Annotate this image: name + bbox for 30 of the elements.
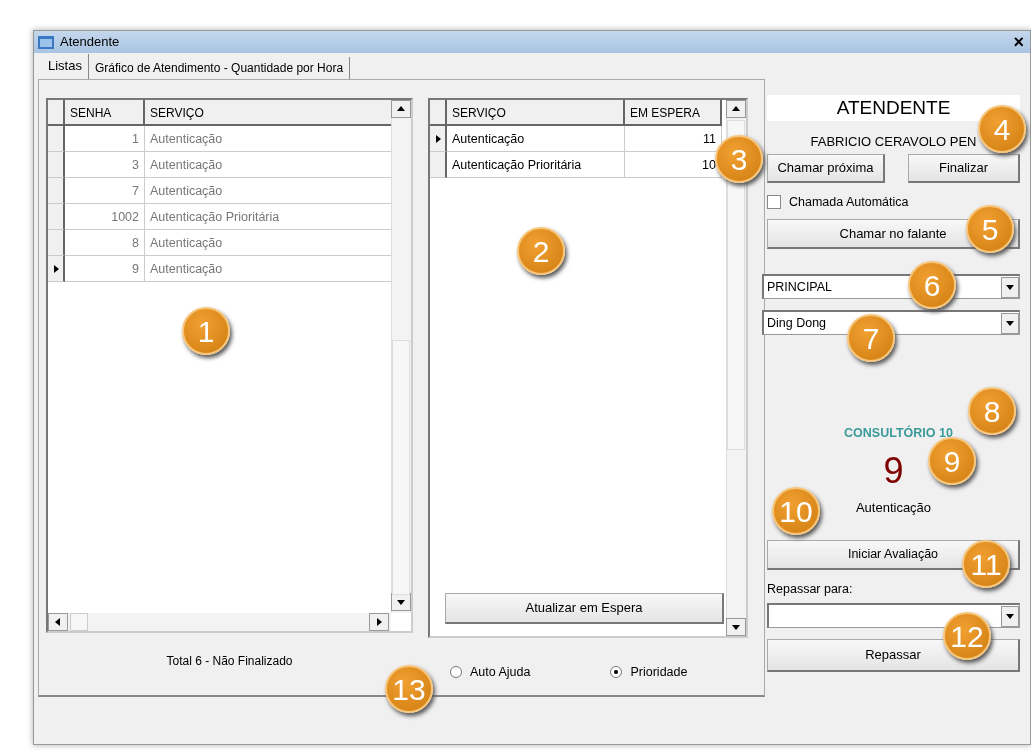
callout-tooltip: 9 bbox=[928, 437, 976, 485]
callout-tooltip: 10 bbox=[772, 487, 820, 535]
table-cell: 1 bbox=[65, 126, 145, 152]
table-cell: Autenticação bbox=[145, 152, 393, 178]
table-cell: Autenticação bbox=[145, 230, 393, 256]
table-cell: Autenticação bbox=[447, 126, 625, 152]
total-label: Total 6 - Não Finalizado bbox=[166, 654, 293, 668]
callout-tooltip: 11 bbox=[962, 540, 1010, 588]
table-cell: Autenticação Prioritária bbox=[145, 204, 393, 230]
callout-tooltip: 8 bbox=[968, 387, 1016, 435]
table-cell: 7 bbox=[65, 178, 145, 204]
callout-tooltip: 5 bbox=[966, 205, 1014, 253]
table-cell: Autenticação bbox=[145, 178, 393, 204]
forward-label: Repassar para: bbox=[767, 581, 854, 599]
table-cell: 1002 bbox=[65, 204, 145, 230]
callout-tooltip: 6 bbox=[908, 261, 956, 309]
callout-tooltip: 7 bbox=[847, 314, 895, 362]
ticket-number: 9 bbox=[883, 452, 904, 489]
service-label: Autenticação bbox=[855, 498, 932, 517]
window-title: Atendente bbox=[60, 33, 120, 52]
attendant-name: FABRICIO CERAVOLO PEN bbox=[809, 133, 978, 151]
table-cell: 3 bbox=[65, 152, 145, 178]
callout-tooltip: 13 bbox=[385, 665, 433, 713]
table-cell: 8 bbox=[65, 230, 145, 256]
callout-tooltip: 3 bbox=[715, 135, 763, 183]
table-cell: Autenticação bbox=[145, 256, 393, 282]
callout-tooltip: 4 bbox=[978, 105, 1026, 153]
table-cell: 9 bbox=[65, 256, 145, 282]
table-cell: Autenticação bbox=[145, 126, 393, 152]
table-cell: Autenticação Prioritária bbox=[447, 152, 625, 178]
